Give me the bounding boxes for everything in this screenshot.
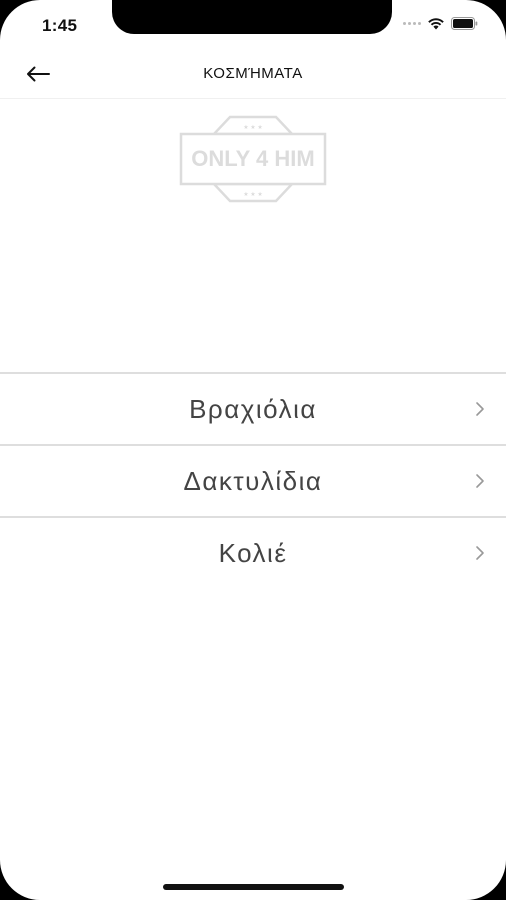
navigation-bar: ΚΟΣΜΉΜΑΤΑ [0,50,506,99]
brand-logo: ★ ★ ★ ONLY 4 HIM ★ ★ ★ [178,114,328,204]
list-item-rings[interactable]: Δακτυλίδια [0,444,506,516]
page-title: ΚΟΣΜΉΜΑΤΑ [203,65,303,82]
list-item-bracelets[interactable]: Βραχιόλια [0,372,506,444]
category-list: Βραχιόλια Δακτυλίδια Κολιέ [0,372,506,588]
list-item-necklaces[interactable]: Κολιέ [0,516,506,588]
cellular-signal-icon [403,22,421,25]
status-time: 1:45 [42,16,78,35]
status-indicators [403,17,478,30]
home-indicator[interactable] [163,884,344,890]
wifi-icon [428,18,444,30]
list-item-label: Δακτυλίδια [183,465,323,496]
logo-stars-top: ★ ★ ★ [243,124,262,131]
device-notch [112,0,392,34]
chevron-right-icon [476,474,484,488]
list-item-label: Κολιέ [218,537,288,568]
chevron-right-icon [476,402,484,416]
list-item-label: Βραχιόλια [189,393,317,424]
app-screen: 1:45 ΚΟΣΜΉΜΑΤΑ ★ ★ ★ ONLY 4 HIM ★ ★ ★ Βρ… [0,0,506,900]
logo-stars-bottom: ★ ★ ★ [243,191,262,198]
battery-icon [451,17,478,30]
logo-text: ONLY 4 HIM [191,146,314,171]
status-bar: 1:45 [0,0,506,50]
chevron-right-icon [476,546,484,560]
